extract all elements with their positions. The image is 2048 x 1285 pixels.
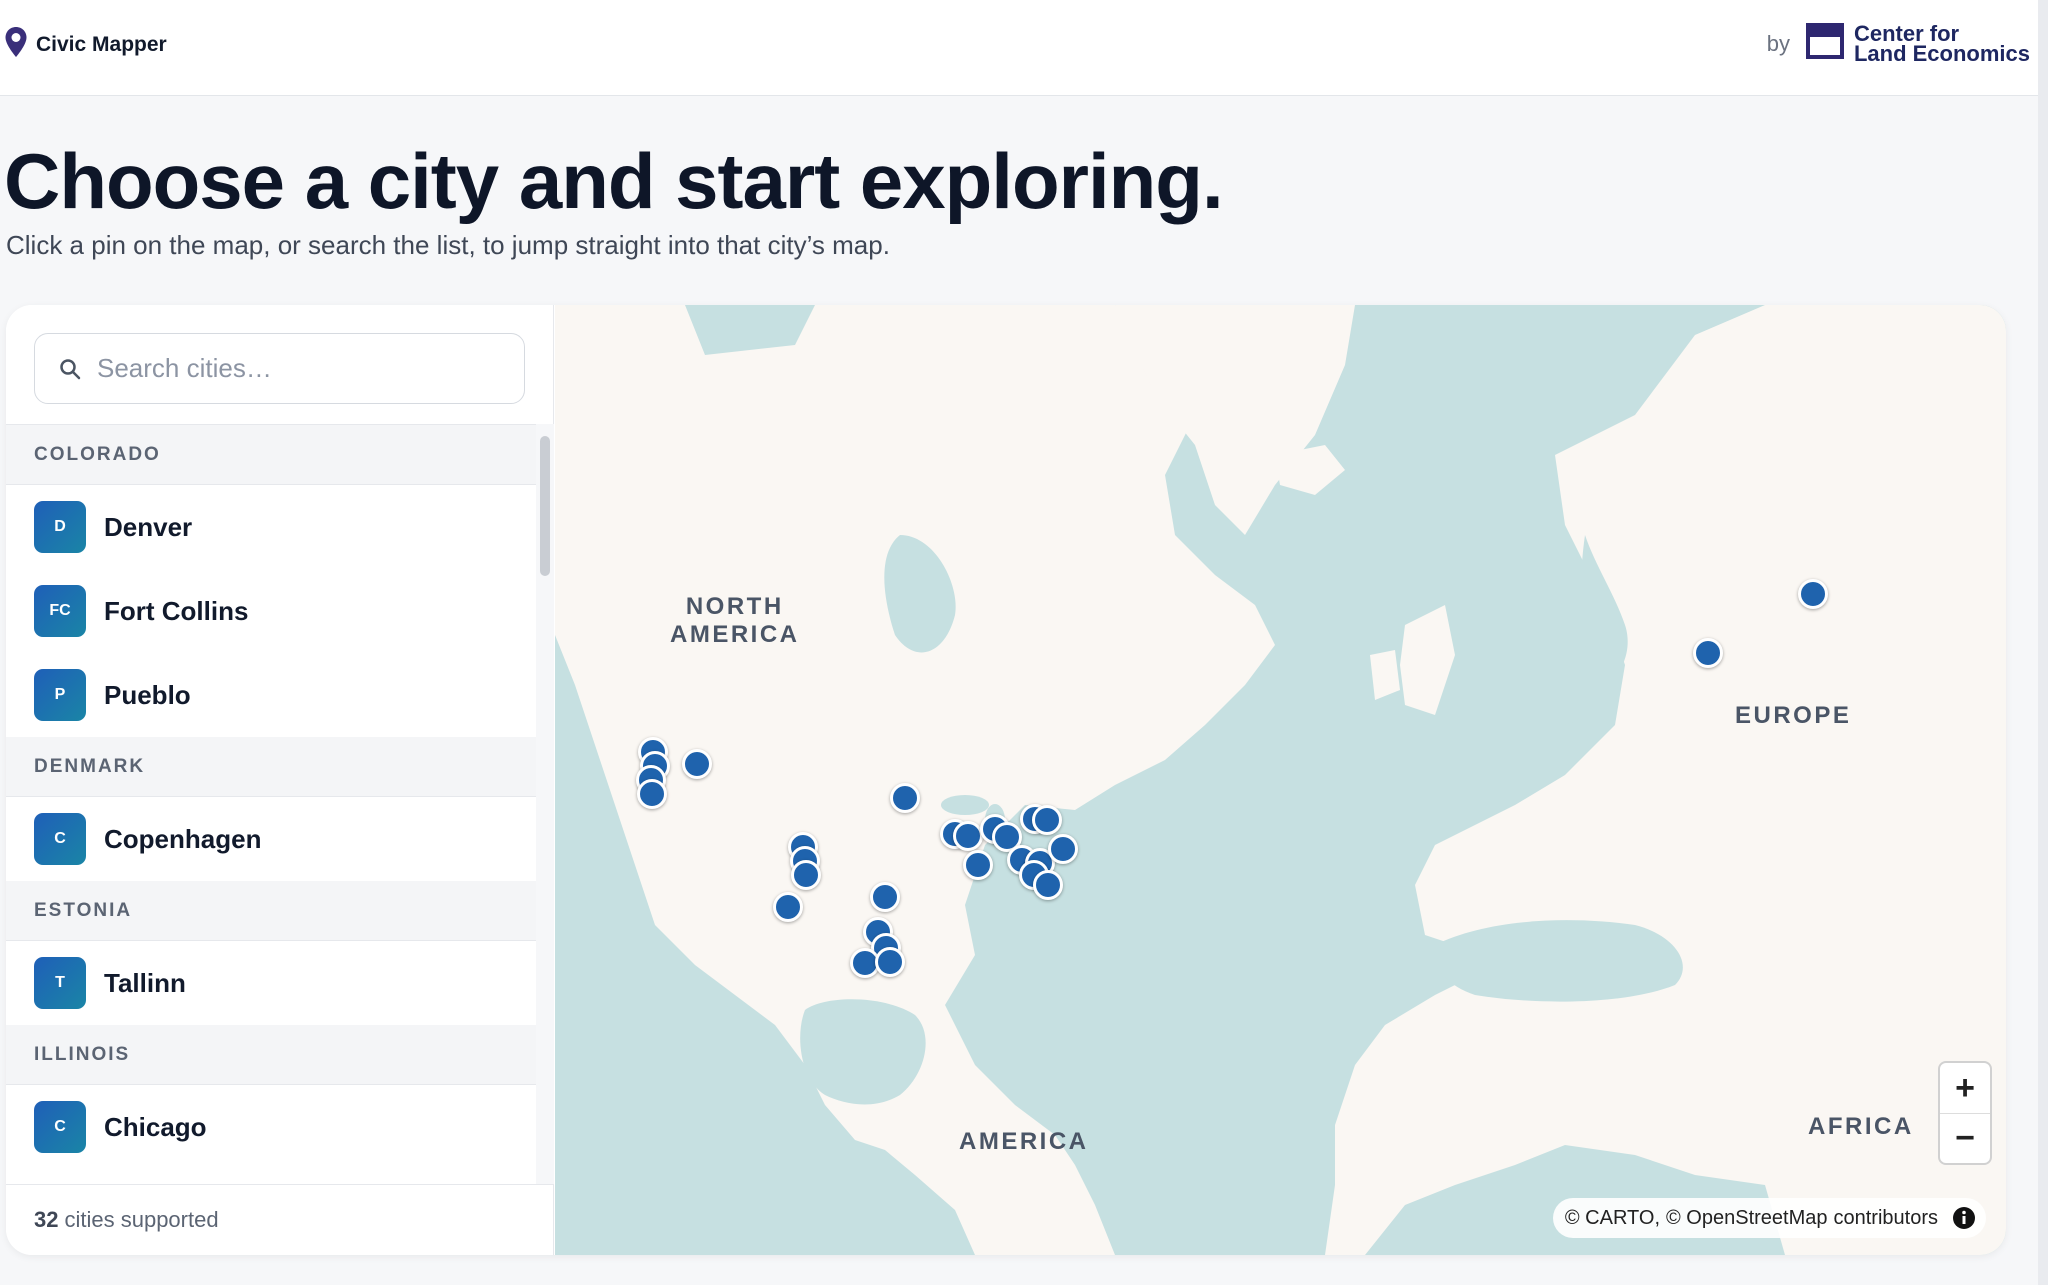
- map-label-africa: AFRICA: [1808, 1113, 1914, 1140]
- city-name: Copenhagen: [104, 823, 262, 854]
- city-picker-card: COLORADO D Denver FC Fort Collins P Pueb…: [6, 305, 2006, 1255]
- attribution-osm-link[interactable]: © OpenStreetMap: [1666, 1207, 1827, 1230]
- city-pin-tallinn[interactable]: [1798, 579, 1828, 609]
- map-pin-icon: [4, 26, 28, 63]
- org-byline[interactable]: by Center for Land Economics: [1767, 22, 2030, 65]
- city-item-pueblo[interactable]: P Pueblo: [6, 653, 536, 737]
- list-scrollbar[interactable]: [536, 424, 554, 1184]
- page-subtitle: Click a pin on the map, or search the li…: [6, 230, 890, 260]
- city-pin[interactable]: [1032, 805, 1062, 835]
- brand[interactable]: Civic Mapper: [4, 26, 167, 63]
- city-pin[interactable]: [875, 947, 905, 977]
- search-box[interactable]: [34, 333, 525, 404]
- top-header: Civic Mapper by Center for Land Economic…: [0, 0, 2048, 96]
- city-avatar: FC: [34, 585, 86, 637]
- city-item-copenhagen[interactable]: C Copenhagen: [6, 797, 536, 881]
- org-name: Center for Land Economics: [1853, 20, 2030, 66]
- attribution-carto-link[interactable]: © CARTO,: [1565, 1207, 1660, 1230]
- zoom-out-button[interactable]: −: [1940, 1113, 1990, 1163]
- cities-count: 32 cities supported: [6, 1184, 554, 1255]
- city-avatar: D: [34, 501, 86, 553]
- city-item-chicago[interactable]: C Chicago: [6, 1085, 536, 1169]
- city-avatar: C: [34, 1101, 86, 1153]
- city-item-denver[interactable]: D Denver: [6, 485, 536, 569]
- by-label: by: [1766, 30, 1790, 56]
- city-avatar: P: [34, 669, 86, 721]
- world-map[interactable]: NORTH AMERICA EUROPE AMERICA AFRICA + − …: [555, 305, 2006, 1255]
- app-name: Civic Mapper: [36, 32, 167, 56]
- window-edge: [2038, 0, 2048, 1285]
- city-pin[interactable]: [791, 860, 821, 890]
- city-pin-copenhagen[interactable]: [1693, 638, 1723, 668]
- map-label-america: AMERICA: [959, 1128, 1089, 1155]
- city-item-tallinn[interactable]: T Tallinn: [6, 941, 536, 1025]
- city-name: Tallinn: [104, 967, 186, 998]
- city-name: Denver: [104, 511, 193, 542]
- city-avatar: T: [34, 957, 86, 1009]
- city-pin[interactable]: [890, 783, 920, 813]
- city-name: Chicago: [104, 1111, 207, 1142]
- map-basemap: [555, 305, 2006, 1255]
- city-pin[interactable]: [963, 850, 993, 880]
- info-icon[interactable]: [1952, 1206, 1976, 1230]
- city-list[interactable]: COLORADO D Denver FC Fort Collins P Pueb…: [6, 424, 536, 1184]
- page-title: Choose a city and start exploring.: [4, 137, 1224, 225]
- group-heading-illinois: ILLINOIS: [6, 1025, 536, 1085]
- group-heading-denmark: DENMARK: [6, 737, 536, 797]
- cities-count-label: cities supported: [64, 1207, 219, 1232]
- city-pin[interactable]: [682, 749, 712, 779]
- search-input[interactable]: [97, 353, 477, 384]
- scrollbar-thumb[interactable]: [540, 436, 550, 576]
- city-name: Pueblo: [104, 679, 191, 710]
- city-pin[interactable]: [773, 892, 803, 922]
- city-pin[interactable]: [1048, 834, 1078, 864]
- city-pin[interactable]: [1033, 870, 1063, 900]
- city-pin[interactable]: [637, 779, 667, 809]
- cities-count-number: 32: [34, 1207, 59, 1232]
- search-icon: [59, 358, 81, 380]
- map-label-europe: EUROPE: [1735, 702, 1852, 729]
- city-avatar: C: [34, 813, 86, 865]
- zoom-control: + −: [1938, 1061, 1992, 1165]
- city-name: Fort Collins: [104, 595, 249, 626]
- city-pin[interactable]: [870, 882, 900, 912]
- map-label-north-america: NORTH AMERICA: [670, 593, 800, 648]
- zoom-in-button[interactable]: +: [1940, 1063, 1990, 1113]
- group-heading-colorado: COLORADO: [6, 425, 536, 485]
- city-pin[interactable]: [953, 821, 983, 851]
- city-item-fort-collins[interactable]: FC Fort Collins: [6, 569, 536, 653]
- group-heading-estonia: ESTONIA: [6, 881, 536, 941]
- map-attribution: © CARTO, © OpenStreetMap contributors: [1552, 1198, 1986, 1238]
- city-sidebar: COLORADO D Denver FC Fort Collins P Pueb…: [6, 305, 554, 1255]
- attribution-contributors: contributors: [1833, 1206, 1939, 1229]
- org-logo-icon: [1805, 22, 1844, 65]
